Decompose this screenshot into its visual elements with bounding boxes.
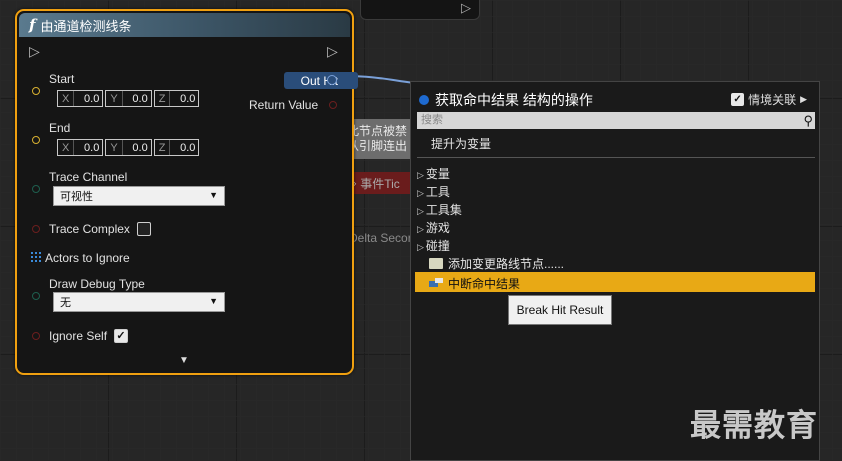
actors-to-ignore-label: Actors to Ignore	[45, 251, 130, 265]
trace-complex-checkbox[interactable]	[137, 222, 151, 236]
divider	[417, 157, 815, 158]
start-pin-icon[interactable]	[32, 87, 40, 95]
exec-in-pin-icon[interactable]: ▷	[29, 43, 40, 60]
break-struct-icon	[429, 278, 443, 289]
event-tick-label: 事件Tic	[360, 176, 400, 191]
reroute-node-icon	[429, 258, 443, 269]
draw-debug-type-label: Draw Debug Type	[49, 277, 145, 291]
return-value-pin-icon[interactable]	[329, 101, 337, 109]
end-y-field[interactable]: Y 0.0	[105, 139, 152, 156]
item-tooltip: Break Hit Result	[508, 295, 612, 325]
expand-icon: ▷	[417, 206, 424, 216]
delta-seconds-label: Delta Secor	[349, 231, 412, 245]
out-hit-pin-icon[interactable]	[327, 75, 337, 85]
start-vector: X 0.0 Y 0.0 Z 0.0	[57, 90, 200, 107]
category-variables[interactable]: ▷ 变量	[417, 165, 450, 182]
ignore-self-label: Ignore Self	[49, 329, 108, 343]
menu-title-text: 获取命中结果 结构的操作	[435, 92, 593, 108]
trace-complex-pin-icon[interactable]	[32, 225, 40, 233]
expand-icon: ▷	[417, 170, 424, 180]
end-z-field[interactable]: Z 0.0	[153, 139, 200, 156]
promote-to-variable-item[interactable]: 提升为变量	[431, 135, 491, 152]
array-pin-icon[interactable]	[30, 251, 41, 262]
expand-icon: ▷	[417, 242, 424, 252]
category-game[interactable]: ▷ 游戏	[417, 219, 450, 236]
category-utilities[interactable]: ▷ 工具	[417, 183, 450, 200]
context-checkbox[interactable]: ✓	[731, 93, 745, 106]
trace-channel-label: Trace Channel	[49, 170, 128, 184]
struct-dot-icon	[419, 95, 429, 105]
out-hit-pin[interactable]: Out Hit	[284, 72, 358, 89]
trace-channel-pin-icon[interactable]	[32, 185, 40, 193]
start-label: Start	[49, 72, 75, 86]
node-header[interactable]: f 由通道检测线条	[19, 13, 350, 37]
expand-icon: ▷	[417, 188, 424, 198]
search-placeholder: 搜索	[421, 114, 443, 126]
node-title: 由通道检测线条	[40, 18, 132, 34]
start-z-field[interactable]: Z 0.0	[153, 90, 200, 107]
function-icon: f	[29, 16, 36, 34]
end-vector: X 0.0 Y 0.0 Z 0.0	[57, 139, 200, 156]
exec-out-pin-icon[interactable]: ▷	[327, 43, 338, 60]
end-x-field[interactable]: X 0.0	[57, 139, 104, 156]
category-collision[interactable]: ▷ 碰撞	[417, 237, 450, 254]
draw-debug-type-dropdown[interactable]: 无 ▼	[53, 292, 225, 312]
context-label: 情境关联	[748, 93, 797, 107]
break-hit-result-item[interactable]: 中断命中结果	[429, 275, 520, 292]
line-trace-node[interactable]: f 由通道检测线条 ▷ ▷ Start X 0.0 Y 0.0 Z 0.0 End X…	[15, 9, 358, 375]
chevron-right-icon: ▶	[800, 94, 807, 104]
dropdown-arrow-icon: ▼	[209, 190, 218, 200]
end-pin-icon[interactable]	[32, 136, 40, 144]
watermark: 最需教育	[690, 408, 818, 444]
expand-icon: ▷	[417, 224, 424, 234]
draw-debug-type-value: 无	[60, 297, 71, 309]
trace-channel-value: 可视性	[60, 191, 93, 203]
ignore-self-checkbox[interactable]: ✓	[114, 329, 128, 343]
trace-channel-dropdown[interactable]: 可视性 ▼	[53, 186, 225, 206]
expand-arrow-icon[interactable]: ▼	[179, 355, 189, 366]
draw-debug-type-pin-icon[interactable]	[32, 292, 40, 300]
start-y-field[interactable]: Y 0.0	[105, 90, 152, 107]
start-x-field[interactable]: X 0.0	[57, 90, 104, 107]
menu-title: 获取命中结果 结构的操作	[419, 90, 593, 110]
context-sensitive-toggle[interactable]: ✓ 情境关联 ▶	[731, 91, 807, 108]
end-label: End	[49, 121, 71, 135]
tooltip-line-1: 此节点被禁	[347, 124, 408, 138]
category-toolset[interactable]: ▷ 工具集	[417, 201, 462, 218]
tooltip-line-2: 从引脚连出	[347, 139, 408, 153]
add-reroute-node-item[interactable]: 添加变更路线节点......	[429, 255, 564, 272]
return-value-label: Return Value	[249, 98, 319, 112]
search-icon: ⚲	[803, 113, 813, 128]
ignore-self-pin-icon[interactable]	[32, 332, 40, 340]
dropdown-arrow-icon: ▼	[209, 296, 218, 306]
search-input[interactable]: 搜索 ⚲	[417, 112, 815, 129]
trace-complex-label: Trace Complex	[49, 222, 130, 236]
